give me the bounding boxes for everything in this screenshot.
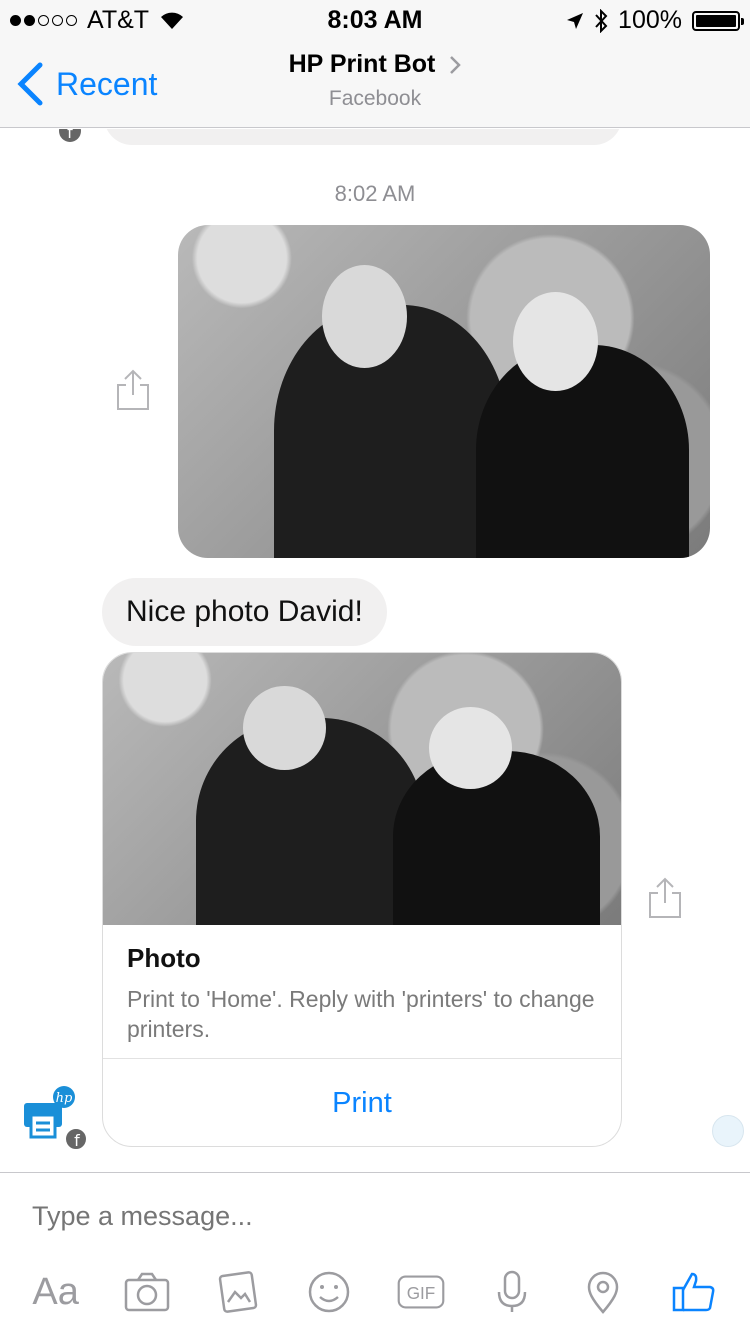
previous-message-bubble: [104, 129, 622, 145]
bluetooth-icon: [595, 8, 608, 33]
status-right: 100%: [566, 6, 744, 35]
voice-button[interactable]: [485, 1269, 539, 1315]
location-pin-icon: [587, 1271, 619, 1314]
camera-button[interactable]: [120, 1269, 174, 1315]
gallery-button[interactable]: [211, 1269, 265, 1315]
share-icon[interactable]: [116, 369, 150, 411]
text-button[interactable]: Aa: [29, 1269, 83, 1315]
thumbs-up-icon: [673, 1272, 715, 1312]
microphone-icon: [497, 1270, 527, 1312]
gif-icon: GIF: [397, 1275, 444, 1309]
card-title: Photo: [127, 943, 201, 973]
svg-text:f: f: [67, 129, 73, 142]
conversation-name: HP Print Bot: [288, 50, 436, 78]
conversation-subtitle: Facebook: [328, 87, 422, 110]
location-button[interactable]: [576, 1269, 630, 1315]
svg-text:f: f: [74, 1131, 80, 1150]
print-card: Photo Print to 'Home'. Reply with 'print…: [102, 652, 622, 1147]
message-timestamp: 8:02 AM: [334, 181, 416, 206]
camera-icon: [124, 1272, 170, 1312]
bot-text-message: Nice photo David!: [102, 578, 387, 646]
message-input[interactable]: [32, 1201, 712, 1232]
card-subtitle: Print to 'Home'. Reply with 'printers' t…: [127, 986, 595, 1042]
composer: Aa GIF: [0, 1172, 750, 1334]
gallery-icon: [218, 1271, 258, 1313]
battery-percent: 100%: [618, 6, 682, 34]
conversation-title[interactable]: HP Print Bot Facebook: [0, 50, 750, 111]
gif-button[interactable]: GIF: [394, 1269, 448, 1315]
card-body: Photo Print to 'Home'. Reply with 'print…: [103, 925, 621, 1059]
sticker-button[interactable]: [302, 1269, 356, 1315]
smiley-icon: [309, 1271, 350, 1313]
composer-toolbar: Aa GIF: [0, 1267, 750, 1317]
share-icon[interactable]: [648, 877, 682, 919]
gif-label: GIF: [406, 1283, 435, 1303]
print-button[interactable]: Print: [103, 1059, 621, 1146]
battery-icon: [692, 10, 744, 31]
like-button[interactable]: [667, 1269, 721, 1315]
text-label: Aa: [32, 1270, 79, 1313]
nav-bar: Recent HP Print Bot Facebook: [0, 40, 750, 128]
hp-printer-avatar-icon[interactable]: hp f: [22, 1085, 88, 1151]
location-icon: [567, 12, 584, 29]
seen-indicator-avatar: [712, 1115, 744, 1147]
sent-photo[interactable]: [178, 225, 710, 558]
message-list[interactable]: f 8:02 AM Nice photo David! Photo Print …: [0, 129, 750, 1172]
chevron-right-icon: [450, 55, 462, 74]
bot-avatar-icon: f: [59, 129, 81, 142]
status-bar: AT&T 8:03 AM 100%: [0, 0, 750, 40]
card-photo[interactable]: [103, 653, 621, 925]
